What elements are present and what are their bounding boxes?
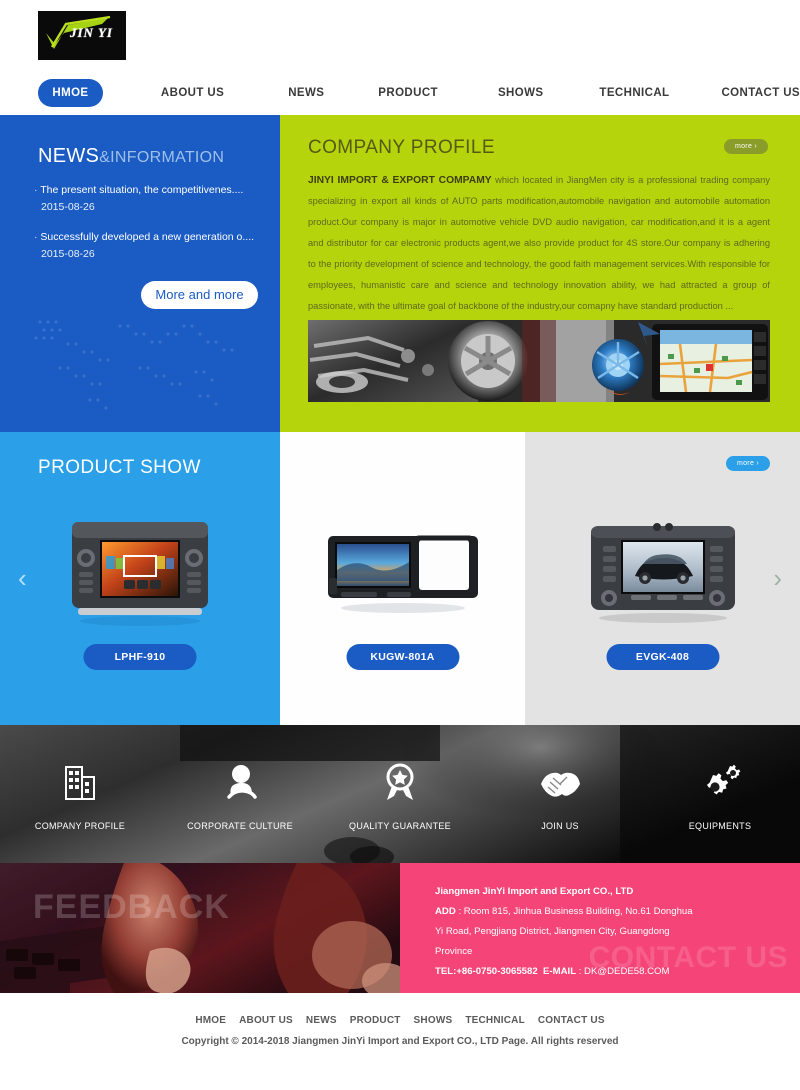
news-item-date: 2015-08-26 xyxy=(41,201,95,213)
page-root: JIN YI HMOE ABOUT US NEWS PRODUCT SHOWS … xyxy=(0,0,800,1090)
feature-icons-band: COMPANY PROFILE CORPORATE CULTURE QUALIT… xyxy=(0,725,800,863)
footer-nav-hmoe[interactable]: HMOE xyxy=(195,1015,226,1026)
footer-nav-news[interactable]: NEWS xyxy=(306,1015,337,1026)
product-more-button[interactable]: more › xyxy=(726,456,770,471)
footer-nav-product[interactable]: PRODUCT xyxy=(350,1015,401,1026)
footer-navigation: HMOE ABOUT US NEWS PRODUCT SHOWS TECHNIC… xyxy=(0,1015,800,1026)
news-item-title: The present situation, the competitivene… xyxy=(34,183,264,198)
contact-tel-email-line: TEL:+86-0750-3065582 E-MAIL : DK@DEDE58.… xyxy=(435,962,765,982)
contact-details: Jiangmen JinYi Import and Export CO., LT… xyxy=(435,882,765,982)
feature-item-company-profile[interactable]: COMPANY PROFILE xyxy=(0,725,160,863)
site-logo[interactable]: JIN YI xyxy=(38,11,126,60)
logo-text: JIN YI xyxy=(70,25,113,40)
nav-item-news[interactable]: NEWS xyxy=(288,87,324,99)
company-profile-title: COMPANY PROFILE xyxy=(308,137,495,158)
main-navigation: HMOE ABOUT US NEWS PRODUCT SHOWS TECHNIC… xyxy=(0,76,800,110)
contact-company-name: Jiangmen JinYi Import and Export CO., LT… xyxy=(435,886,634,897)
company-profile-body: which located in JiangMen city is a prof… xyxy=(308,175,771,311)
news-title-sub: &INFORMATION xyxy=(99,149,225,166)
company-profile-collage-image xyxy=(308,320,770,402)
nav-item-technical[interactable]: TECHNICAL xyxy=(599,87,669,99)
news-list-item[interactable]: Successfully developed a new generation … xyxy=(34,230,264,260)
feedback-panel: FEEDBACK xyxy=(0,863,400,993)
product-column-3: more › › EVGK-408 xyxy=(525,432,800,725)
company-profile-text: JINYI IMPORT & EXPORT COMPAMY which loca… xyxy=(308,170,770,317)
product-code-button-2[interactable]: KUGW-801A xyxy=(346,644,459,670)
contact-address-text-1: : Room 815, Jinhua Business Building, No… xyxy=(455,906,693,917)
footer-nav-shows[interactable]: SHOWS xyxy=(414,1015,453,1026)
feature-label: COMPANY PROFILE xyxy=(34,821,126,831)
feature-label: CORPORATE CULTURE xyxy=(187,821,293,831)
feature-icons-list: COMPANY PROFILE CORPORATE CULTURE QUALIT… xyxy=(0,725,800,863)
product-code-button-3[interactable]: EVGK-408 xyxy=(606,644,719,670)
feedback-contact-band: FEEDBACK CONTACT US Jiangmen JinYi Impor… xyxy=(0,863,800,993)
product-show-band: PRODUCT SHOW ‹ LPHF-910 KUGW-801A more ›… xyxy=(0,432,800,725)
product-image-2 xyxy=(327,514,479,634)
product-code-button-1[interactable]: LPHF-910 xyxy=(83,644,197,670)
gears-icon xyxy=(699,757,741,809)
product-image-1 xyxy=(64,514,216,634)
company-profile-lead: JINYI IMPORT & EXPORT COMPAMY xyxy=(308,175,492,186)
news-list: The present situation, the competitivene… xyxy=(34,183,264,277)
feature-label: EQUIPMENTS xyxy=(688,821,752,831)
feature-label: JOIN US xyxy=(541,821,579,831)
nav-item-contact-us[interactable]: CONTACT US xyxy=(721,87,800,99)
nav-item-product[interactable]: PRODUCT xyxy=(378,87,438,99)
nav-item-hmoe[interactable]: HMOE xyxy=(38,79,103,107)
profile-more-button[interactable]: more › xyxy=(724,139,768,154)
news-item-title: Successfully developed a new generation … xyxy=(34,230,264,245)
contact-email-value: : DK@DEDE58.COM xyxy=(576,966,670,977)
product-image-3 xyxy=(587,514,739,634)
feature-item-corporate-culture[interactable]: CORPORATE CULTURE xyxy=(160,725,320,863)
contact-address-line-2: Yi Road, Pengjiang District, Jiangmen Ci… xyxy=(435,926,670,937)
handshake-icon xyxy=(539,757,581,809)
news-and-profile-band: NEWS&INFORMATION The present situation, … xyxy=(0,115,800,432)
site-footer: HMOE ABOUT US NEWS PRODUCT SHOWS TECHNIC… xyxy=(0,993,800,1090)
footer-nav-about-us[interactable]: ABOUT US xyxy=(239,1015,293,1026)
news-item-date: 2015-08-26 xyxy=(41,248,95,260)
news-title-main: NEWS xyxy=(38,145,100,167)
news-more-button[interactable]: More and more xyxy=(141,281,258,309)
contact-address-line-1: ADD : Room 815, Jinhua Business Building… xyxy=(435,902,765,922)
building-icon xyxy=(63,757,97,809)
feature-item-join-us[interactable]: JOIN US xyxy=(480,725,640,863)
site-header: JIN YI HMOE ABOUT US NEWS PRODUCT SHOWS … xyxy=(0,0,800,115)
footer-nav-technical[interactable]: TECHNICAL xyxy=(465,1015,525,1026)
product-column-2: KUGW-801A xyxy=(280,432,525,725)
news-section-title: NEWS&INFORMATION xyxy=(38,145,224,168)
feedback-watermark: FEEDBACK xyxy=(33,888,230,926)
product-show-title: PRODUCT SHOW xyxy=(38,457,201,478)
contact-email-label: E-MAIL xyxy=(543,966,577,977)
contact-panel: CONTACT US Jiangmen JinYi Import and Exp… xyxy=(400,863,800,993)
contact-address-label: ADD xyxy=(435,906,456,917)
contact-address-line-3: Province xyxy=(435,946,473,957)
news-panel: NEWS&INFORMATION The present situation, … xyxy=(0,115,280,432)
feature-label: QUALITY GUARANTEE xyxy=(349,821,451,831)
feature-item-quality-guarantee[interactable]: QUALITY GUARANTEE xyxy=(320,725,480,863)
nav-item-shows[interactable]: SHOWS xyxy=(498,87,543,99)
footer-nav-contact-us[interactable]: CONTACT US xyxy=(538,1015,605,1026)
footer-copyright: Copyright © 2014-2018 Jiangmen JinYi Imp… xyxy=(181,1036,619,1047)
company-profile-panel: COMPANY PROFILE more › JINYI IMPORT & EX… xyxy=(280,115,800,432)
world-map-dots-decoration xyxy=(34,320,234,410)
feedback-background-image xyxy=(0,863,400,993)
product-column-1: PRODUCT SHOW ‹ LPHF-910 xyxy=(0,432,280,725)
contact-tel: TEL:+86-0750-3065582 xyxy=(435,966,538,977)
award-ribbon-icon xyxy=(383,757,417,809)
feature-item-equipments[interactable]: EQUIPMENTS xyxy=(640,725,800,863)
person-icon xyxy=(223,757,257,809)
nav-item-about-us[interactable]: ABOUT US xyxy=(161,87,224,99)
news-list-item[interactable]: The present situation, the competitivene… xyxy=(34,183,264,213)
